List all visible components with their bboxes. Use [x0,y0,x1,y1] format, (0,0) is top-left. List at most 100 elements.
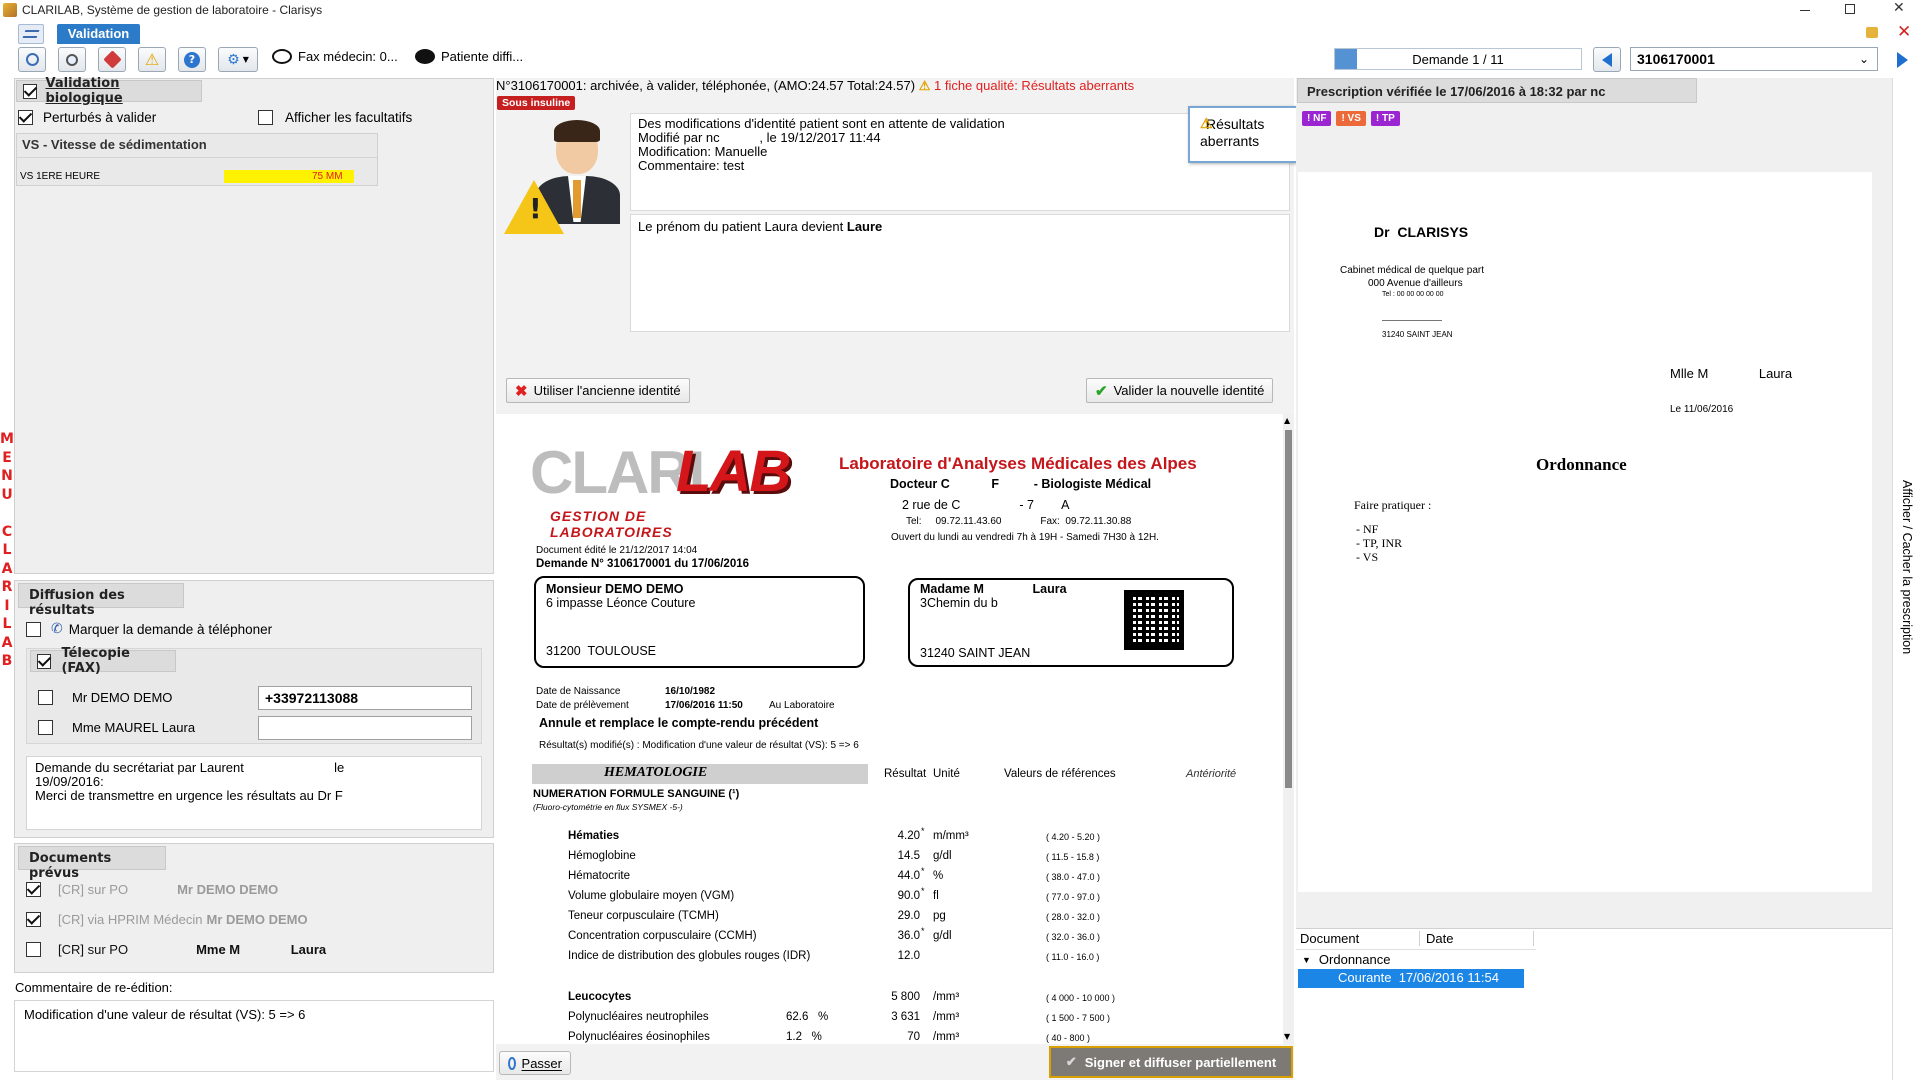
report-scroll-thumb[interactable] [1285,430,1292,788]
doctor-box-street: 6 impasse Léonce Couture [546,596,696,610]
prescription-cabinet: Cabinet médical de quelque part [1340,265,1484,276]
abnormal-star: * [921,826,925,836]
document-checkbox[interactable] [26,912,41,927]
tree-node-current[interactable]: Courante 17/06/2016 11:54 [1298,969,1524,988]
new-identity-button[interactable]: ✔ Valider la nouvelle identité [1086,378,1274,403]
old-identity-button[interactable]: ✖ Utiliser l'ancienne identité [506,378,690,403]
help-button[interactable]: ? [178,47,206,72]
result-reference: ( 11.5 - 15.8 ) [1046,852,1100,862]
search-button[interactable] [58,47,86,72]
identity-notice-line: Commentaire: test [638,158,745,173]
nfs-title: NUMERATION FORMULE SANGUINE (¹) [533,788,740,800]
document-checkbox[interactable] [26,882,41,897]
app-icon [3,3,17,17]
result-value: 29.0 [897,910,920,922]
side-menu-letter: I [4,597,10,614]
optional-checkbox[interactable] [258,110,273,125]
warning-icon: ⚠ [918,78,931,93]
fax-row-checkbox[interactable] [38,690,53,705]
identity-notice-line: Modifié par nc , le 19/12/2017 11:44 [638,130,881,145]
previous-demand-button[interactable] [1593,47,1621,72]
doctor-box-name: Monsieur DEMO DEMO [546,582,684,596]
side-menu-clarilab[interactable]: MENUCLARILAB [0,430,14,671]
scroll-up-icon[interactable]: ▲ [1284,416,1290,425]
options-dropdown-button[interactable]: ⚙ ▼ [218,47,258,72]
perturbed-checkbox[interactable] [18,110,33,125]
qr-code [1122,588,1186,652]
close-window-icon[interactable]: ✕ [1893,0,1905,16]
document-row[interactable]: [CR] sur PO Mme M Laura [26,942,326,957]
report-scrollbar[interactable]: ▲ ▼ [1283,414,1294,1044]
document-row[interactable]: [CR] sur PO Mr DEMO DEMO [26,882,278,897]
tree-expand-icon[interactable]: ▼ [1302,955,1311,965]
report-viewer[interactable]: CLARI LAB GESTION DE LABORATOIRES Labora… [496,414,1284,1044]
fax-row-checkbox[interactable] [38,720,53,735]
tab-validation[interactable]: Validation [57,24,140,44]
quality-link[interactable]: 1 fiche qualité: Résultats aberrants [934,78,1134,93]
result-value: 3 631 [891,1011,920,1023]
aberrant-results-popup[interactable]: ⚠ Résultats aberrants [1188,106,1298,163]
sign-diffuse-button[interactable]: ✔ Signer et diffuser partiellement [1049,1046,1293,1078]
demand-select[interactable]: 3106170001 ⌄ [1630,47,1878,71]
document-row[interactable]: [CR] via HPRIM Médecin Mr DEMO DEMO [26,912,308,927]
validation-header[interactable]: Validation biologique [16,76,202,106]
optional-option[interactable]: Afficher les facultatifs [258,110,412,125]
lab-address: 2 rue de C - 7 A [902,498,1070,512]
phone-checkbox[interactable] [26,621,41,637]
phone-option[interactable]: ✆ Marquer la demande à téléphoner [26,621,272,637]
fax-row[interactable]: Mme MAUREL Laura [38,716,478,740]
document-col-header[interactable]: Document [1300,931,1420,946]
prescription-patient: Mlle M Laura [1670,366,1793,381]
user-search-button[interactable] [18,47,46,72]
chevron-down-icon: ▼ [242,55,249,64]
clarilab-logo: CLARI LAB GESTION DE LABORATOIRES [530,439,791,540]
result-row: Polynucléaires éosinophiles 1.2 % 70/mm³ ( … [496,1029,1256,1044]
patient-note-item[interactable]: Patiente diffi... [415,49,523,64]
ribbon-menu-icon[interactable] [18,24,44,44]
side-menu-letter: L [2,616,12,632]
pass-button[interactable]: Passer [499,1051,571,1075]
phone-label: Marquer la demande à téléphoner [68,621,273,637]
fax-header-label: Télecopie (FAX) [61,646,130,676]
arrow-left-icon [1602,52,1612,67]
document-checkbox[interactable] [26,942,41,957]
lock-icon[interactable] [1866,27,1878,38]
fax-header[interactable]: Télecopie (FAX) [30,646,176,676]
vs-title: VS - Vitesse de sédimentation [22,137,207,152]
fax-number-input[interactable] [258,716,472,740]
close-tab-icon[interactable]: ✕ [1897,22,1911,42]
result-label: Hématies [568,830,620,842]
tree-node-label: Ordonnance [1318,952,1391,967]
birth-value: 16/10/1982 [665,686,716,697]
restore-icon[interactable] [1845,4,1855,14]
validation-checkbox[interactable] [23,83,38,99]
fax-doctor-item[interactable]: Fax médecin: 0... [272,49,398,64]
clock-icon [508,1056,516,1070]
date-col-header[interactable]: Date [1426,931,1534,946]
side-menu-letter: R [1,579,13,595]
speech-bubble-icon [272,49,292,64]
vs-card[interactable]: VS - Vitesse de sédimentation VS 1ERE HE… [16,133,378,186]
prescription-date: Le 11/06/2016 [1670,404,1734,415]
modified-result-text: Résultat(s) modifié(s) : Modification d'… [539,740,859,751]
fax-doctor-label: Fax médecin: 0... [298,49,398,64]
prescription-toggle[interactable]: Afficher / Cacher la prescription [1892,78,1920,1080]
fax-number-input[interactable]: +33972113088 [258,686,472,710]
prescription-cabinet-city: 31240 SAINT JEAN [1382,330,1453,339]
scroll-down-icon[interactable]: ▼ [1284,1032,1290,1041]
perturbed-label: Perturbés à valider [43,110,157,125]
fax-checkbox[interactable] [37,653,52,669]
perturbed-option[interactable]: Perturbés à valider [18,110,156,125]
tag-button[interactable] [98,47,126,72]
warning-button[interactable]: ⚠ [138,47,166,72]
next-demand-button[interactable] [1892,47,1912,72]
fax-row-name: Mr DEMO DEMO [72,690,173,705]
help-icon: ? [184,51,200,68]
tree-node-ordonnance[interactable]: ▼ Ordonnance [1302,952,1390,967]
col-unit: Unité [933,768,960,780]
result-label: Concentration corpusculaire (CCMH) [568,930,757,942]
reedit-textarea[interactable]: Modification d'une valeur de résultat (V… [14,1000,494,1072]
fax-row[interactable]: Mr DEMO DEMO +33972113088 [38,686,478,710]
secretary-note: Demande du secrétariat par Laurent le 19… [26,756,482,830]
minimize-icon[interactable] [1800,10,1810,11]
